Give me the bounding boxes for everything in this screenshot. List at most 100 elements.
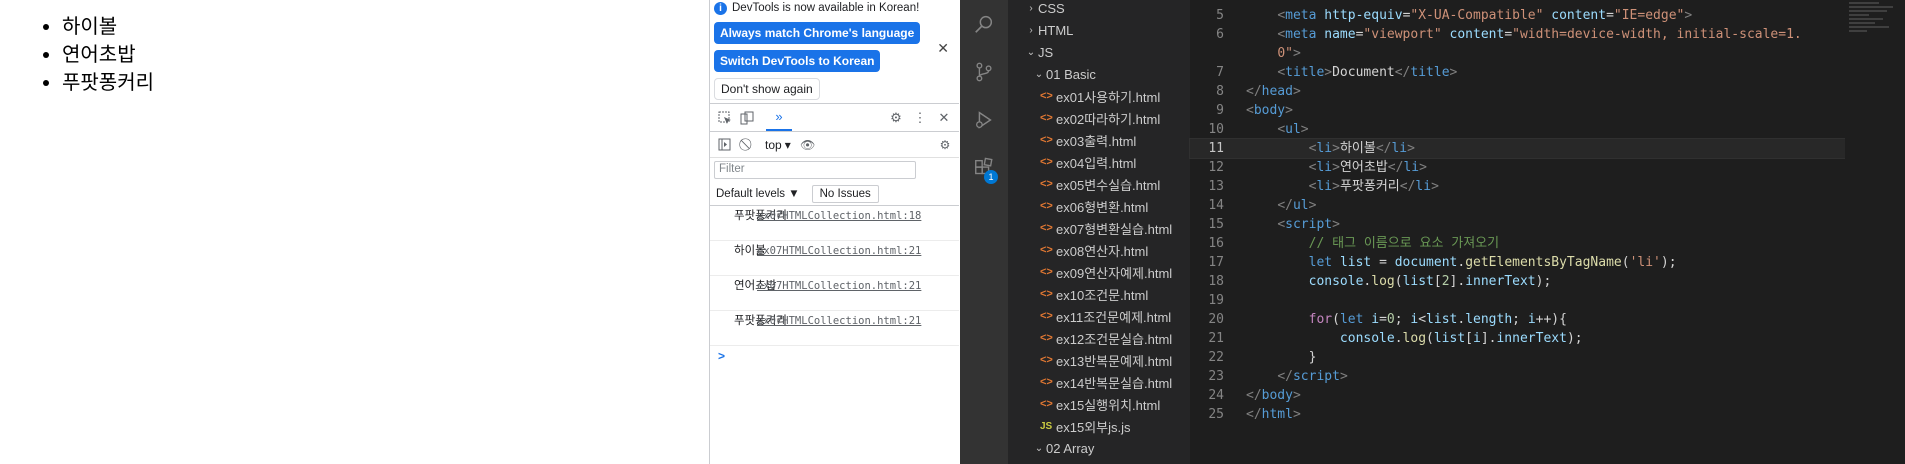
source-control-icon[interactable] xyxy=(960,48,1008,96)
code-line: 25 </html> xyxy=(1208,407,1301,422)
html-file-icon: <> xyxy=(1040,376,1053,388)
code-line: 6 <meta name="viewport" content="width=d… xyxy=(1216,27,1802,42)
chevron-down-icon: ⌄ xyxy=(1034,68,1044,80)
tree-file[interactable]: <> ex15실행위치.html xyxy=(1008,393,1190,415)
match-language-button[interactable]: Always match Chrome's language xyxy=(714,22,921,44)
tree-file[interactable]: <> ex10조건문.html xyxy=(1008,283,1190,305)
code-line: 18 console.log(list[2].innerText); xyxy=(1208,274,1552,289)
chevron-right-icon: › xyxy=(1029,2,1033,14)
browser-page: 하이볼 연어초밥 푸팟퐁커리 xyxy=(0,0,709,464)
html-file-icon: <> xyxy=(1040,332,1053,344)
info-icon: i xyxy=(714,1,727,15)
html-file-icon: <> xyxy=(1040,222,1053,234)
run-debug-icon[interactable] xyxy=(960,96,1008,144)
chevron-right-icon: › xyxy=(1029,24,1033,36)
code-line: 22 } xyxy=(1208,350,1317,365)
html-file-icon: <> xyxy=(1040,244,1053,256)
switch-language-button[interactable]: Switch DevTools to Korean xyxy=(714,50,881,72)
extensions-icon[interactable]: 1 xyxy=(960,144,1008,192)
tree-folder-basic[interactable]: ⌄ 01 Basic xyxy=(1008,63,1190,85)
code-line: 10 <ul> xyxy=(1208,122,1309,137)
file-list: <> ex01사용하기.html <> ex02따라하기.html <> ex03출력… xyxy=(1008,85,1190,437)
console-message: 푸팟퐁커리 ex07HTMLCollection.html:18 xyxy=(710,206,959,241)
devtools-tabbar: » ⚙ ⋮ ✕ xyxy=(710,104,959,132)
sidebar-toggle-icon[interactable] xyxy=(714,135,734,155)
code-editor[interactable]: 5 <meta http-equiv="X-UA-Compatible" con… xyxy=(1189,0,1905,464)
code-line: 0"> xyxy=(1277,46,1301,61)
tree-file[interactable]: <> ex04입력.html xyxy=(1008,151,1190,173)
console-message: 연어초밥 ex07HTMLCollection.html:21 xyxy=(710,276,959,311)
vscode-window: 1 › CSS › HTML ⌄ JS ⌄ 01 Basic <> ex01사용하… xyxy=(960,0,1905,464)
html-file-icon: <> xyxy=(1040,398,1053,410)
close-devtools-icon[interactable]: ✕ xyxy=(933,107,955,129)
filter-input[interactable]: Filter xyxy=(714,161,916,179)
html-file-icon: <> xyxy=(1040,200,1053,212)
html-file-icon: <> xyxy=(1040,354,1053,366)
list-item: 하이볼 xyxy=(62,12,154,40)
tree-file[interactable]: <> ex03출력.html xyxy=(1008,129,1190,151)
inspect-element-icon[interactable] xyxy=(714,107,736,129)
tree-file[interactable]: <> ex06형변환.html xyxy=(1008,195,1190,217)
tree-file[interactable]: <> ex02따라하기.html xyxy=(1008,107,1190,129)
log-source-link[interactable]: ex07HTMLCollection.html:21 xyxy=(757,279,921,293)
tree-folder-css[interactable]: › CSS xyxy=(1008,0,1190,19)
console-toolbar: ⃠ top▾ 👁 ⚙ xyxy=(710,132,959,158)
tree-file[interactable]: <> ex13반복문예제.html xyxy=(1008,349,1190,371)
html-file-icon: <> xyxy=(1040,288,1053,300)
tree-file[interactable]: <> ex12조건문실습.html xyxy=(1008,327,1190,349)
tree-folder-js[interactable]: ⌄ JS xyxy=(1008,41,1190,63)
console-settings-gear-icon[interactable]: ⚙ xyxy=(935,135,955,155)
more-tabs-icon[interactable]: » xyxy=(766,104,792,131)
search-icon[interactable] xyxy=(960,0,1008,48)
banner-message: DevTools is now available in Korean! xyxy=(732,2,920,14)
tree-folder-array[interactable]: ⌄ 02 Array xyxy=(1008,437,1190,459)
explorer-sidebar: › CSS › HTML ⌄ JS ⌄ 01 Basic <> ex01사용하기.… xyxy=(1008,0,1190,464)
dont-show-again-button[interactable]: Don't show again xyxy=(714,78,820,100)
food-list: 하이볼 연어초밥 푸팟퐁커리 xyxy=(42,12,154,96)
code-line: 24 </body> xyxy=(1208,388,1301,403)
tree-file[interactable]: <> ex14반복문실습.html xyxy=(1008,371,1190,393)
tree-file[interactable]: <> ex05변수실습.html xyxy=(1008,173,1190,195)
tree-folder-html[interactable]: › HTML xyxy=(1008,19,1190,41)
extensions-badge: 1 xyxy=(984,170,998,184)
code-line: 13 <li>푸팟퐁커리</li> xyxy=(1208,179,1439,194)
tree-file[interactable]: <> ex11조건문예제.html xyxy=(1008,305,1190,327)
log-levels-dropdown[interactable]: Default levels ▼ xyxy=(716,188,800,200)
code-line: 19 xyxy=(1208,293,1224,308)
more-options-icon[interactable]: ⋮ xyxy=(909,107,931,129)
tree-file[interactable]: <> ex08연산자.html xyxy=(1008,239,1190,261)
code-line: 7 <title>Document</title> xyxy=(1216,65,1458,80)
device-toolbar-icon[interactable] xyxy=(736,107,758,129)
close-icon[interactable]: ✕ xyxy=(937,40,949,57)
code-line: 8 </head> xyxy=(1216,84,1301,99)
chevron-down-icon: ⌄ xyxy=(1034,442,1044,454)
clear-console-icon[interactable]: ⃠ xyxy=(738,135,758,155)
context-selector[interactable]: top ▾ xyxy=(762,138,794,152)
tree-file[interactable]: <> ex07형변환실습.html xyxy=(1008,217,1190,239)
html-file-icon: <> xyxy=(1040,156,1053,168)
devtools-panel: i DevTools is now available in Korean! A… xyxy=(709,0,959,464)
code-line: 15 <script> xyxy=(1208,217,1340,232)
code-line: 16 // 태그 이름으로 요소 가져오기 xyxy=(1208,236,1500,251)
console-message: 푸팟퐁커리 ex07HTMLCollection.html:21 xyxy=(710,311,959,346)
tree-file[interactable]: <> ex01사용하기.html xyxy=(1008,85,1190,107)
html-file-icon: <> xyxy=(1040,266,1053,278)
code-line: 23 </script> xyxy=(1208,369,1348,384)
html-file-icon: <> xyxy=(1040,134,1053,146)
console-messages: 푸팟퐁커리 ex07HTMLCollection.html:18 하이볼 ex0… xyxy=(710,206,959,366)
tree-file[interactable]: <> ex09연산자예제.html xyxy=(1008,261,1190,283)
live-expression-eye-icon[interactable]: 👁 xyxy=(798,135,818,155)
log-source-link[interactable]: ex07HTMLCollection.html:21 xyxy=(757,314,921,328)
tree-file[interactable]: JS ex15외부js.js xyxy=(1008,415,1190,437)
issues-button[interactable]: No Issues xyxy=(811,184,879,203)
html-file-icon: <> xyxy=(1040,310,1053,322)
code-line: 17 let list = document.getElementsByTagN… xyxy=(1208,255,1677,270)
code-line: 20 for(let i=0; i<list.length; i++){ xyxy=(1208,312,1567,327)
settings-gear-icon[interactable]: ⚙ xyxy=(885,107,907,129)
activity-bar: 1 xyxy=(960,0,1008,464)
log-source-link[interactable]: ex07HTMLCollection.html:21 xyxy=(757,244,921,258)
list-item: 푸팟퐁커리 xyxy=(62,68,154,96)
minimap[interactable] xyxy=(1845,0,1905,464)
console-prompt[interactable]: > xyxy=(710,346,959,366)
log-source-link[interactable]: ex07HTMLCollection.html:18 xyxy=(757,209,921,223)
